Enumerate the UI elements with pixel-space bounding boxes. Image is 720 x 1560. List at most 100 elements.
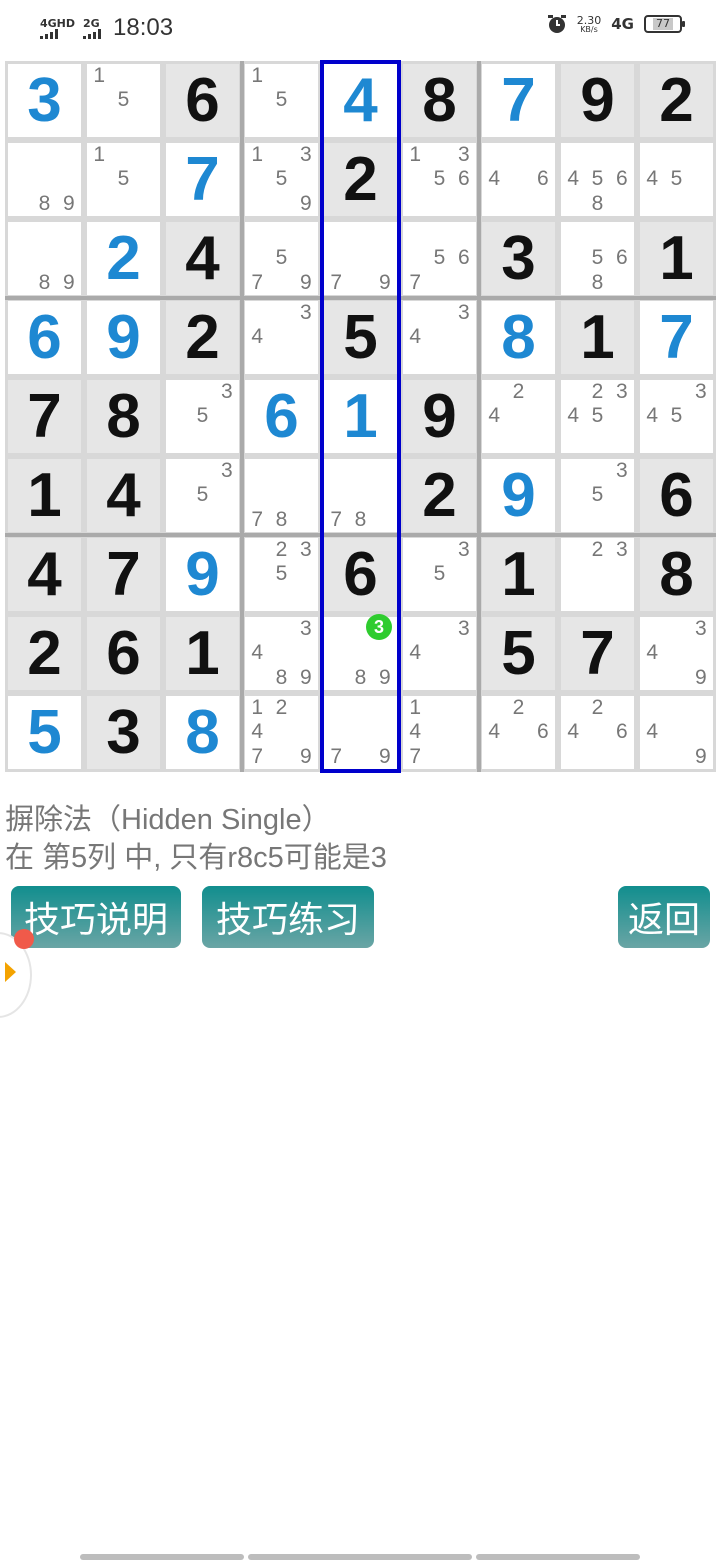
candidate-digit: 4 bbox=[567, 404, 579, 428]
sudoku-cell-r3c6[interactable]: 56 7 bbox=[403, 222, 476, 295]
sudoku-cell-r4c4[interactable]: 34 bbox=[245, 301, 318, 374]
sudoku-cell-r8c9[interactable]: 3 4 9 bbox=[640, 617, 713, 690]
sudoku-cell-r2c9[interactable]: 45 bbox=[640, 143, 713, 216]
sudoku-cell-r7c6[interactable]: 35 bbox=[403, 538, 476, 611]
sudoku-cell-r1c7[interactable]: 7 bbox=[482, 64, 555, 137]
sudoku-cell-r1c5[interactable]: 4 bbox=[324, 64, 397, 137]
sudoku-cell-r8c2[interactable]: 6 bbox=[87, 617, 160, 690]
sudoku-cell-r4c3[interactable]: 2 bbox=[166, 301, 239, 374]
sudoku-cell-r9c9[interactable]: 49 bbox=[640, 696, 713, 769]
sudoku-cell-r2c1[interactable]: 89 bbox=[8, 143, 81, 216]
sudoku-cell-r5c5[interactable]: 1 bbox=[324, 380, 397, 453]
cell-digit: 8 bbox=[501, 303, 536, 372]
sudoku-cell-r3c2[interactable]: 2 bbox=[87, 222, 160, 295]
sudoku-cell-r6c7[interactable]: 9 bbox=[482, 459, 555, 532]
technique-practice-button[interactable]: 技巧练习 bbox=[202, 886, 374, 948]
battery-level: 77 bbox=[653, 18, 673, 30]
sudoku-cell-r5c7[interactable]: 24 bbox=[482, 380, 555, 453]
cell-digit: 2 bbox=[106, 224, 141, 293]
sudoku-cell-r5c8[interactable]: 23 45 bbox=[561, 380, 634, 453]
sudoku-cell-r9c7[interactable]: 24 6 bbox=[482, 696, 555, 769]
sudoku-cell-r1c9[interactable]: 2 bbox=[640, 64, 713, 137]
sudoku-cell-r4c1[interactable]: 6 bbox=[8, 301, 81, 374]
sudoku-cell-r6c1[interactable]: 1 bbox=[8, 459, 81, 532]
candidate-digit: 4 bbox=[646, 404, 658, 428]
sudoku-cell-r7c9[interactable]: 8 bbox=[640, 538, 713, 611]
sudoku-cell-r5c1[interactable]: 7 bbox=[8, 380, 81, 453]
sudoku-cell-r4c7[interactable]: 8 bbox=[482, 301, 555, 374]
sudoku-cell-r9c2[interactable]: 3 bbox=[87, 696, 160, 769]
sudoku-cell-r4c6[interactable]: 34 bbox=[403, 301, 476, 374]
sudoku-cell-r7c8[interactable]: 23 bbox=[561, 538, 634, 611]
sudoku-cell-r9c4[interactable]: 1247 9 bbox=[245, 696, 318, 769]
sudoku-cell-r9c5[interactable]: 79 bbox=[324, 696, 397, 769]
sudoku-cell-r4c8[interactable]: 1 bbox=[561, 301, 634, 374]
sudoku-cell-r5c9[interactable]: 3 45 bbox=[640, 380, 713, 453]
sudoku-cell-r8c3[interactable]: 1 bbox=[166, 617, 239, 690]
sudoku-cell-r2c2[interactable]: 15 bbox=[87, 143, 160, 216]
sudoku-cell-r3c1[interactable]: 89 bbox=[8, 222, 81, 295]
sudoku-cell-r7c7[interactable]: 1 bbox=[482, 538, 555, 611]
sudoku-cell-r2c8[interactable]: 4568 bbox=[561, 143, 634, 216]
sudoku-cell-r5c3[interactable]: 35 bbox=[166, 380, 239, 453]
sudoku-cell-r1c4[interactable]: 15 bbox=[245, 64, 318, 137]
alarm-icon bbox=[547, 15, 566, 33]
sudoku-cell-r8c8[interactable]: 7 bbox=[561, 617, 634, 690]
sudoku-cell-r2c3[interactable]: 7 bbox=[166, 143, 239, 216]
sudoku-cell-r9c1[interactable]: 5 bbox=[8, 696, 81, 769]
sudoku-cell-r4c5[interactable]: 5 bbox=[324, 301, 397, 374]
sudoku-cell-r1c1[interactable]: 3 bbox=[8, 64, 81, 137]
sudoku-cell-r7c5[interactable]: 6 bbox=[324, 538, 397, 611]
sudoku-cell-r1c8[interactable]: 9 bbox=[561, 64, 634, 137]
chevron-right-icon[interactable] bbox=[5, 962, 16, 982]
sudoku-cell-r6c5[interactable]: 78 bbox=[324, 459, 397, 532]
signal1-label: 4GHD bbox=[40, 16, 76, 30]
sudoku-cell-r6c4[interactable]: 78 bbox=[245, 459, 318, 532]
sudoku-cell-r3c3[interactable]: 4 bbox=[166, 222, 239, 295]
sudoku-cell-r8c4[interactable]: 3 489 bbox=[245, 617, 318, 690]
candidate-digit: 4 bbox=[409, 720, 421, 744]
sudoku-cell-r8c7[interactable]: 5 bbox=[482, 617, 555, 690]
sudoku-cell-r1c6[interactable]: 8 bbox=[403, 64, 476, 137]
sudoku-cell-r2c6[interactable]: 1 356 bbox=[403, 143, 476, 216]
sudoku-cell-r6c2[interactable]: 4 bbox=[87, 459, 160, 532]
sudoku-cell-r7c1[interactable]: 4 bbox=[8, 538, 81, 611]
sudoku-cell-r4c9[interactable]: 7 bbox=[640, 301, 713, 374]
sudoku-cell-r7c4[interactable]: 235 bbox=[245, 538, 318, 611]
sudoku-cell-r2c4[interactable]: 1 359 bbox=[245, 143, 318, 216]
cell-digit: 3 bbox=[106, 698, 141, 767]
sudoku-cell-r3c5[interactable]: 79 bbox=[324, 222, 397, 295]
technique-explain-button[interactable]: 技巧说明 bbox=[11, 886, 181, 948]
sudoku-cell-r9c6[interactable]: 147 bbox=[403, 696, 476, 769]
sudoku-cell-r8c1[interactable]: 2 bbox=[8, 617, 81, 690]
back-button[interactable]: 返回 bbox=[618, 886, 710, 948]
candidate-digit: 1 bbox=[409, 696, 421, 720]
sudoku-cell-r3c7[interactable]: 3 bbox=[482, 222, 555, 295]
sudoku-cell-r6c6[interactable]: 2 bbox=[403, 459, 476, 532]
sudoku-cell-r2c7[interactable]: 46 bbox=[482, 143, 555, 216]
sudoku-cell-r9c3[interactable]: 8 bbox=[166, 696, 239, 769]
sudoku-cell-r5c2[interactable]: 8 bbox=[87, 380, 160, 453]
sudoku-cell-r1c2[interactable]: 15 bbox=[87, 64, 160, 137]
sudoku-cell-r3c9[interactable]: 1 bbox=[640, 222, 713, 295]
sudoku-cell-r7c2[interactable]: 7 bbox=[87, 538, 160, 611]
candidate-digit: 7 bbox=[251, 744, 263, 768]
sudoku-cell-r6c8[interactable]: 35 bbox=[561, 459, 634, 532]
sudoku-cell-r4c2[interactable]: 9 bbox=[87, 301, 160, 374]
sudoku-cell-r1c3[interactable]: 6 bbox=[166, 64, 239, 137]
sudoku-cell-r5c4[interactable]: 6 bbox=[245, 380, 318, 453]
sudoku-board[interactable]: 3156154879289157135921356464568458924579… bbox=[5, 60, 716, 773]
cell-digit: 4 bbox=[185, 224, 220, 293]
sudoku-cell-r6c3[interactable]: 35 bbox=[166, 459, 239, 532]
candidate-digit: 4 bbox=[646, 641, 658, 665]
sudoku-cell-r3c4[interactable]: 57 9 bbox=[245, 222, 318, 295]
candidate-digit: 9 bbox=[694, 744, 707, 768]
sudoku-cell-r8c6[interactable]: 34 bbox=[403, 617, 476, 690]
sudoku-cell-r6c9[interactable]: 6 bbox=[640, 459, 713, 532]
sudoku-cell-r2c5[interactable]: 2 bbox=[324, 143, 397, 216]
sudoku-cell-r5c6[interactable]: 9 bbox=[403, 380, 476, 453]
sudoku-cell-r9c8[interactable]: 24 6 bbox=[561, 696, 634, 769]
sudoku-cell-r3c8[interactable]: 568 bbox=[561, 222, 634, 295]
candidate-digit: 4 bbox=[646, 720, 658, 744]
sudoku-cell-r7c3[interactable]: 9 bbox=[166, 538, 239, 611]
